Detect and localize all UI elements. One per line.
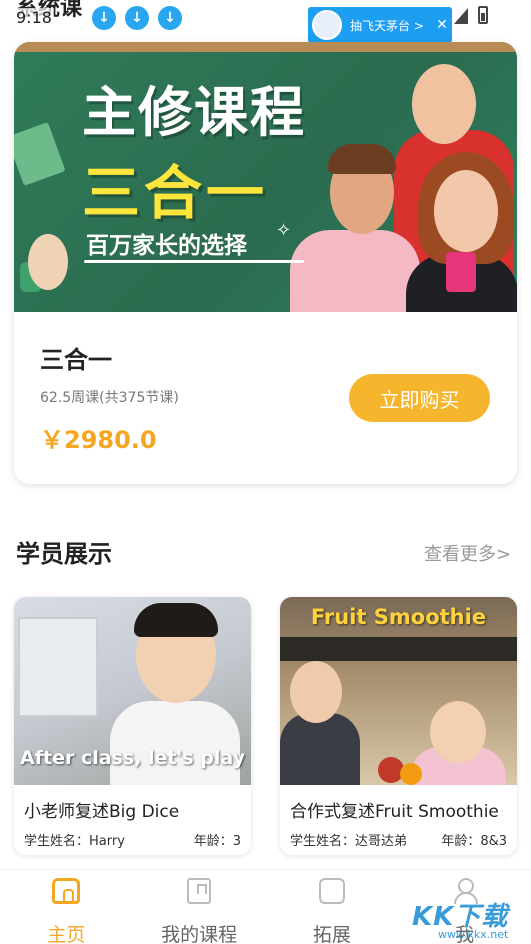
- nav-item-home[interactable]: 主页: [0, 870, 133, 944]
- course-price: ￥2980.0: [40, 426, 157, 454]
- toast-text[interactable]: 抽飞天茅台 >: [350, 17, 432, 34]
- student-video-title: 合作式复述Fruit Smoothie: [290, 802, 499, 822]
- student-name: 学生姓名：Harry: [24, 834, 125, 849]
- student-name: 学生姓名：达哥达弟: [290, 834, 408, 849]
- child-illustration: [290, 661, 342, 723]
- watermark: KK下载 www.kkx.net: [412, 890, 528, 944]
- close-icon[interactable]: ✕: [432, 17, 452, 33]
- download-icon: ↓: [158, 6, 182, 30]
- banner-subtitle: 三合一: [82, 159, 269, 227]
- child-illustration: [280, 713, 360, 785]
- download-icon: ↓: [125, 6, 149, 30]
- battery-icon: [478, 6, 488, 24]
- video-thumbnail[interactable]: Fruit Smoothie: [280, 597, 517, 785]
- toast-avatar: [312, 10, 342, 40]
- buy-now-button[interactable]: 立即购买: [349, 374, 490, 422]
- nav-item-extend[interactable]: 拓展: [266, 870, 399, 944]
- status-time: 9:18: [14, 8, 54, 27]
- course-card[interactable]: 主修课程 三合一 百万家长的选择 ✧ 三合一 62.5周课(共375节课) ￥2…: [14, 42, 517, 484]
- status-more-icon: ···: [64, 6, 78, 22]
- teacher-illustration: [446, 252, 476, 292]
- home-icon: [52, 878, 81, 904]
- nav-label: 主页: [47, 924, 86, 944]
- signal-icon: [454, 8, 468, 24]
- nav-label: 拓展: [312, 924, 351, 944]
- puzzle-icon: [318, 878, 345, 904]
- student-age: 年龄：8&3: [441, 834, 507, 849]
- child-illustration: [134, 603, 218, 637]
- book-icon: [187, 878, 212, 904]
- fruit-illustration: [400, 763, 422, 785]
- see-more-link[interactable]: 查看更多>: [424, 540, 511, 566]
- status-bar: 系统课 9:18 ··· ↓ ↓ ↓ 抽飞天茅台 > ✕: [0, 0, 531, 43]
- thumbnail-caption: After class, let's play: [20, 747, 245, 769]
- teacher-illustration: [290, 230, 420, 312]
- student-card[interactable]: After class, let's play 小老师复述Big Dice 学生…: [14, 597, 251, 855]
- kid-illustration: [28, 234, 68, 290]
- whiteboard-illustration: [18, 617, 98, 717]
- video-thumbnail[interactable]: After class, let's play: [14, 597, 251, 785]
- banner-underline: [84, 260, 304, 263]
- download-icon: ↓: [92, 6, 116, 30]
- thumbnail-caption: Fruit Smoothie: [310, 605, 487, 629]
- teacher-illustration: [412, 64, 476, 144]
- course-meta: 62.5周课(共375节课): [40, 390, 179, 406]
- teacher-illustration: [328, 144, 396, 174]
- course-banner[interactable]: 主修课程 三合一 百万家长的选择 ✧: [14, 42, 517, 312]
- promo-toast[interactable]: 抽飞天茅台 > ✕: [308, 7, 452, 43]
- course-name: 三合一: [40, 346, 112, 374]
- student-video-title: 小老师复述Big Dice: [24, 802, 180, 822]
- student-card[interactable]: Fruit Smoothie 合作式复述Fruit Smoothie 学生姓名：…: [280, 597, 517, 855]
- nav-label: 我的课程: [161, 924, 238, 944]
- child-illustration: [110, 701, 240, 785]
- teacher-illustration: [434, 170, 498, 252]
- watermark-url: www.kkx.net: [438, 928, 509, 941]
- section-title: 学员展示: [16, 540, 112, 568]
- banner-tagline: 百万家长的选择: [86, 233, 247, 259]
- kitchen-illustration: [280, 637, 517, 661]
- child-illustration: [430, 701, 486, 763]
- student-age: 年龄：3: [193, 834, 241, 849]
- nav-item-my-courses[interactable]: 我的课程: [133, 870, 266, 944]
- sparkle-icon: ✧: [276, 220, 292, 241]
- banner-title: 主修课程: [82, 81, 306, 144]
